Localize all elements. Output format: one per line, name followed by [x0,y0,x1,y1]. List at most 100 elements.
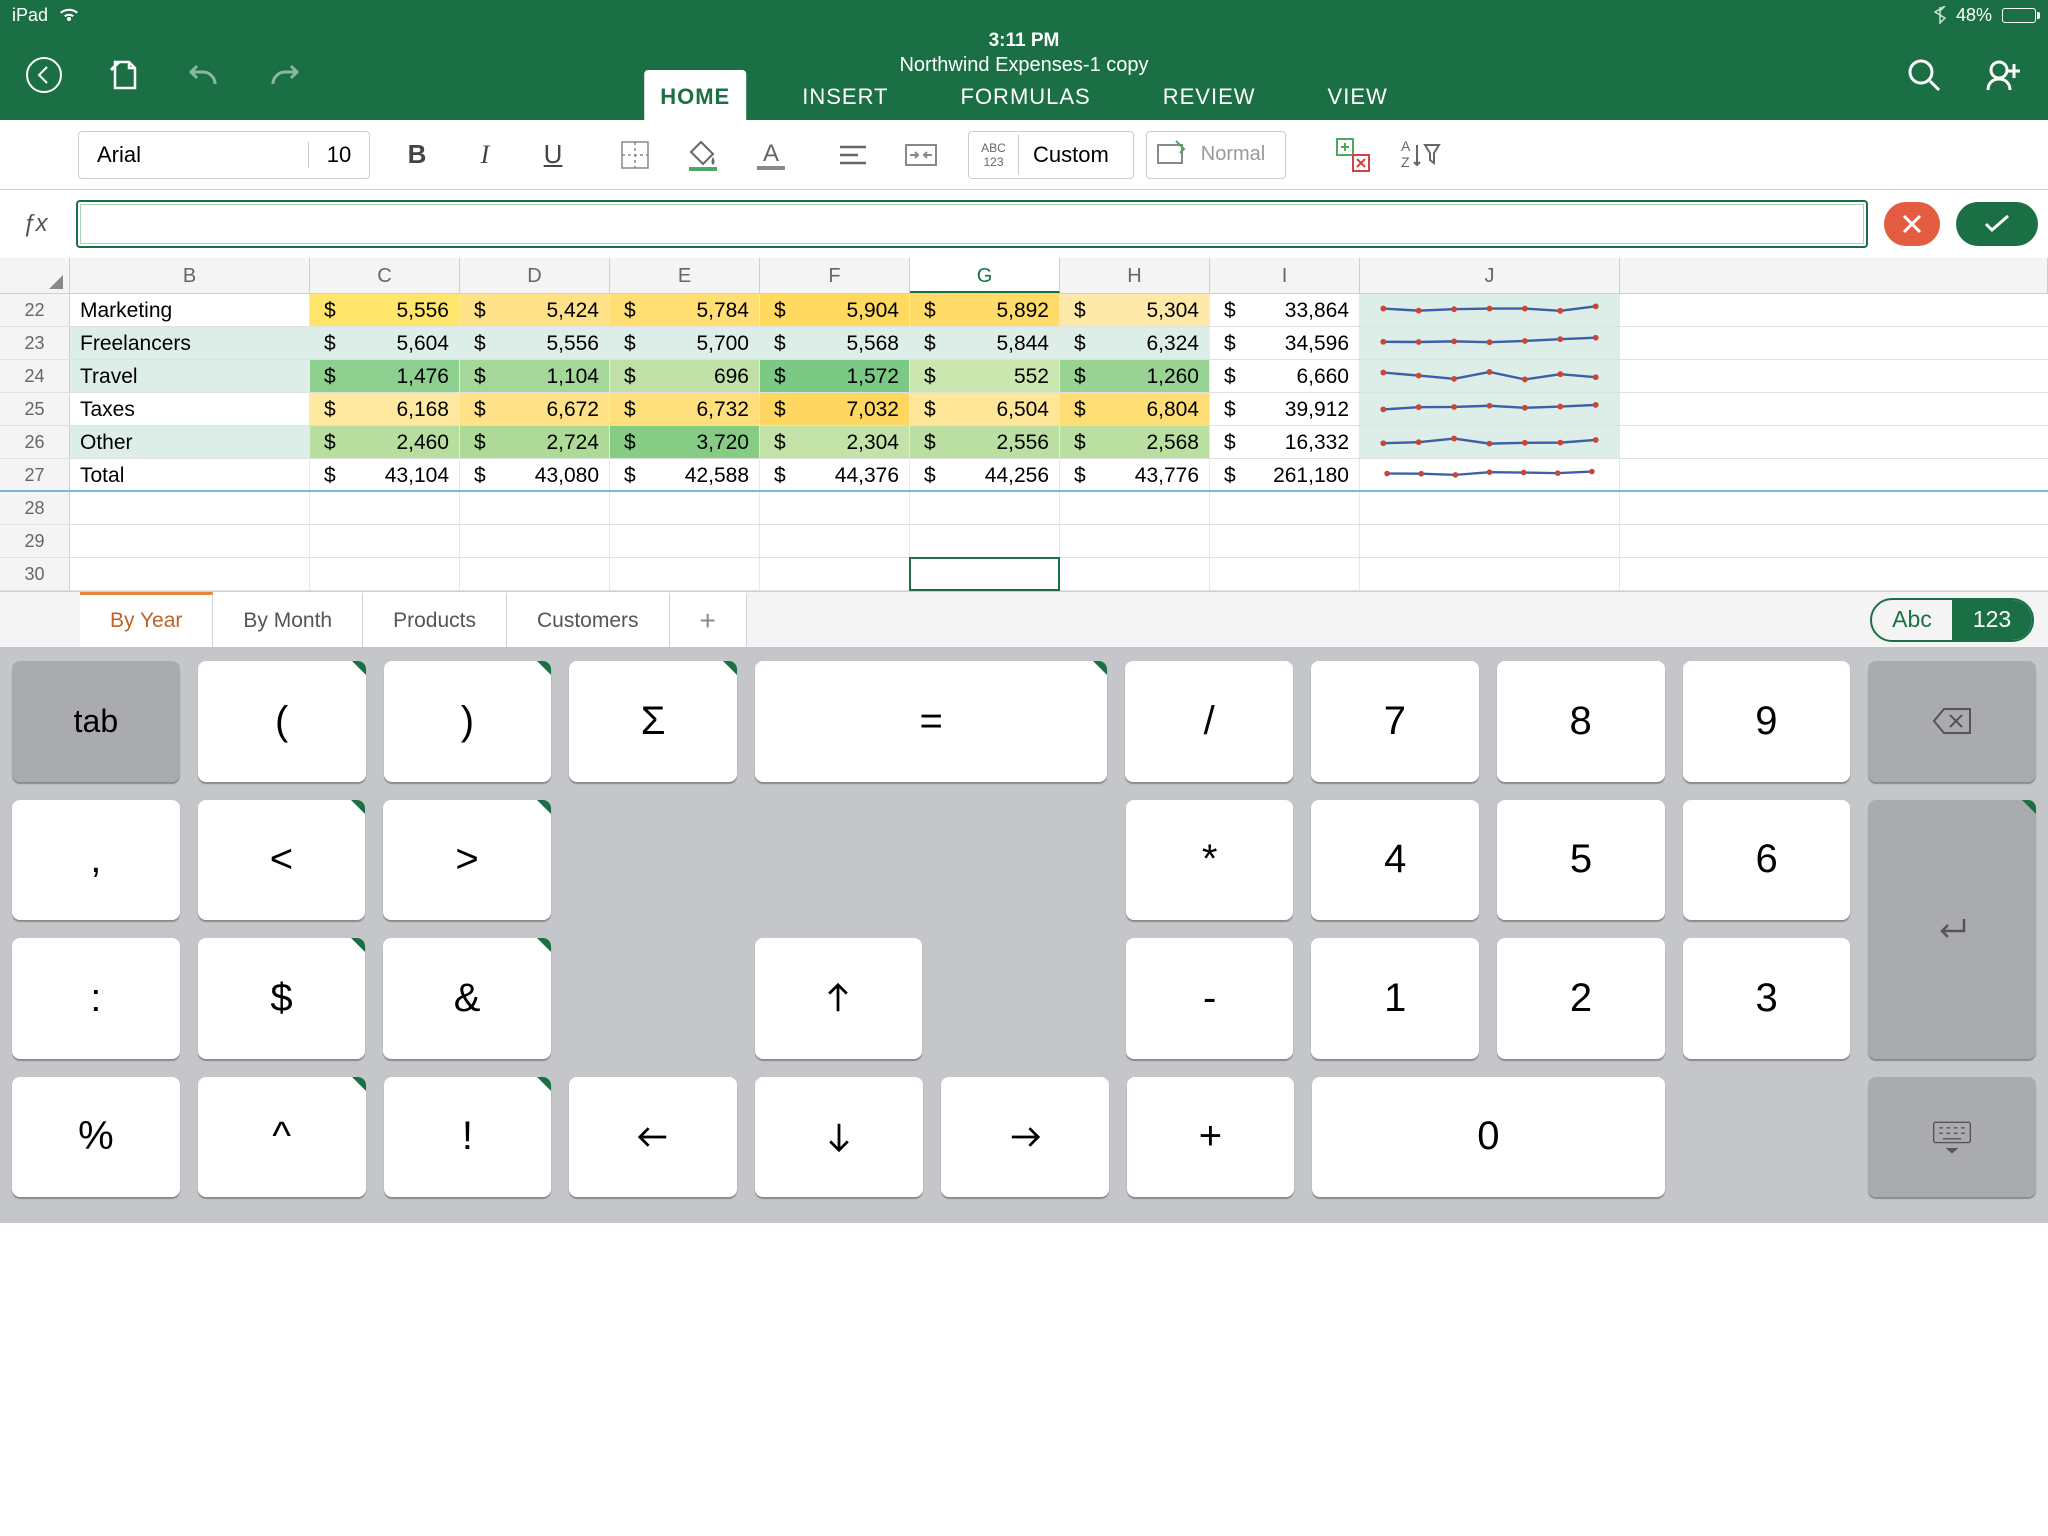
back-button[interactable] [24,55,64,95]
row-header[interactable]: 30 [0,558,70,590]
sort-filter-button[interactable]: AZ [1396,130,1446,180]
empty-cell[interactable] [460,558,610,590]
italic-button[interactable]: I [460,130,510,180]
total-cell[interactable]: $39,912 [1210,393,1360,425]
empty-cell[interactable] [460,525,610,557]
cell-style-selector[interactable]: Normal [1146,131,1286,179]
data-cell[interactable]: $5,556 [310,294,460,326]
empty-cell[interactable] [1360,492,1620,524]
column-header-F[interactable]: F [760,258,910,293]
data-cell[interactable]: $5,304 [1060,294,1210,326]
key-return[interactable] [1868,800,2036,1059]
data-cell[interactable]: $6,168 [310,393,460,425]
data-cell[interactable]: $6,672 [460,393,610,425]
empty-cell[interactable] [70,558,310,590]
empty-cell[interactable] [910,492,1060,524]
data-cell[interactable]: $5,784 [610,294,760,326]
tab-formulas[interactable]: FORMULAS [945,70,1107,120]
column-header-G[interactable]: G [910,258,1060,293]
merge-button[interactable] [896,130,946,180]
data-cell[interactable]: $42,588 [610,459,760,490]
sheet-tab-customers[interactable]: Customers [507,592,670,647]
key-1[interactable]: 1 [1311,938,1479,1059]
data-cell[interactable]: $44,376 [760,459,910,490]
column-header-B[interactable]: B [70,258,310,293]
insert-delete-button[interactable] [1328,130,1378,180]
key-arrow-down[interactable] [755,1077,923,1198]
row-label[interactable]: Total [70,459,310,490]
key-0[interactable]: 0 [1312,1077,1664,1198]
key-)[interactable]: ) [384,661,552,782]
key-6[interactable]: 6 [1683,800,1851,921]
font-selector[interactable]: Arial 10 [78,131,370,179]
data-cell[interactable]: $1,572 [760,360,910,392]
row-header[interactable]: 22 [0,294,70,326]
key-^[interactable]: ^ [198,1077,366,1198]
keyboard-mode-123[interactable]: 123 [1952,600,2032,640]
empty-cell[interactable] [1210,525,1360,557]
key-%[interactable]: % [12,1077,180,1198]
data-cell[interactable]: $5,904 [760,294,910,326]
fx-icon[interactable]: ƒx [10,210,60,238]
empty-cell[interactable] [1060,558,1210,590]
sheet-tab-by-year[interactable]: By Year [80,592,213,647]
empty-cell[interactable] [1360,525,1620,557]
empty-cell[interactable] [910,558,1060,590]
empty-cell[interactable] [70,492,310,524]
row-header[interactable]: 29 [0,525,70,557]
empty-cell[interactable] [760,525,910,557]
empty-cell[interactable] [70,525,310,557]
key-*[interactable]: * [1126,800,1294,921]
sheet-tab-by-month[interactable]: By Month [213,592,363,647]
key-backspace[interactable] [1868,661,2036,782]
data-cell[interactable]: $5,844 [910,327,1060,359]
row-label[interactable]: Freelancers [70,327,310,359]
key-&[interactable]: & [383,938,551,1059]
data-cell[interactable]: $6,732 [610,393,760,425]
data-cell[interactable]: $6,504 [910,393,1060,425]
data-cell[interactable]: $5,892 [910,294,1060,326]
data-cell[interactable]: $5,604 [310,327,460,359]
key-$[interactable]: $ [198,938,366,1059]
column-header-H[interactable]: H [1060,258,1210,293]
key-7[interactable]: 7 [1311,661,1479,782]
key-+[interactable]: + [1127,1077,1295,1198]
key-5[interactable]: 5 [1497,800,1665,921]
key--[interactable]: - [1126,938,1294,1059]
key-![interactable]: ! [384,1077,552,1198]
column-header-I[interactable]: I [1210,258,1360,293]
data-cell[interactable]: $6,324 [1060,327,1210,359]
key-2[interactable]: 2 [1497,938,1665,1059]
redo-button[interactable] [264,55,304,95]
empty-cell[interactable] [760,558,910,590]
empty-cell[interactable] [1210,492,1360,524]
data-cell[interactable]: $3,720 [610,426,760,458]
key-9[interactable]: 9 [1683,661,1851,782]
data-cell[interactable]: $1,104 [460,360,610,392]
total-cell[interactable]: $261,180 [1210,459,1360,490]
key-dismiss-keyboard[interactable] [1868,1077,2036,1198]
row-header[interactable]: 23 [0,327,70,359]
row-header[interactable]: 24 [0,360,70,392]
underline-button[interactable]: U [528,130,578,180]
key-=[interactable]: = [755,661,1107,782]
key-([interactable]: ( [198,661,366,782]
search-button[interactable] [1904,55,1944,95]
row-label[interactable]: Travel [70,360,310,392]
key-8[interactable]: 8 [1497,661,1665,782]
total-cell[interactable]: $16,332 [1210,426,1360,458]
column-header-E[interactable]: E [610,258,760,293]
empty-cell[interactable] [460,492,610,524]
sparkline-cell[interactable] [1360,459,1620,490]
key-3[interactable]: 3 [1683,938,1851,1059]
data-cell[interactable]: $43,104 [310,459,460,490]
sparkline-cell[interactable] [1360,393,1620,425]
row-header[interactable]: 25 [0,393,70,425]
total-cell[interactable]: $34,596 [1210,327,1360,359]
data-cell[interactable]: $7,032 [760,393,910,425]
keyboard-mode-toggle[interactable]: Abc 123 [1870,592,2034,647]
empty-cell[interactable] [610,558,760,590]
data-cell[interactable]: $5,568 [760,327,910,359]
empty-cell[interactable] [1210,558,1360,590]
empty-cell[interactable] [1360,558,1620,590]
